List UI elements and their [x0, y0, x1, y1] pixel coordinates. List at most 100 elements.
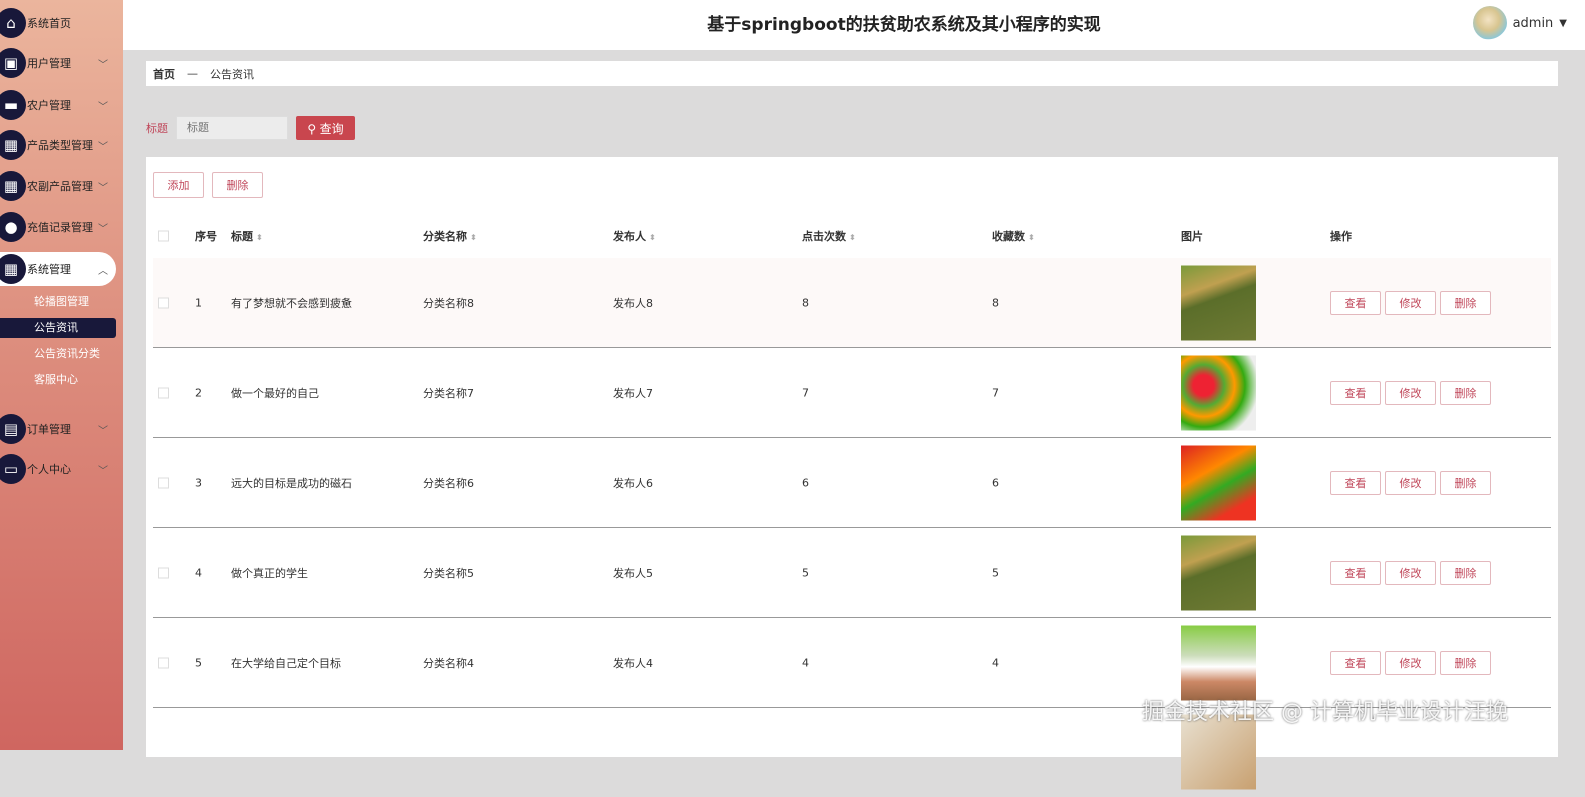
row-category: 分类名称5: [423, 566, 474, 580]
home-icon: ⌂: [0, 8, 26, 38]
sidebar: ⌂ 系统首页 ▣ 用户管理 ﹀ ▬ 农户管理 ﹀ ▦ 产品类型管理 ﹀ ▦ 农副产品管理 ﹀ ● 充…: [0, 0, 123, 750]
row-clicks: 8: [802, 296, 809, 309]
view-button[interactable]: 查看: [1330, 650, 1381, 675]
table-row: 2 做一个最好的自己 分类名称7 发布人7 7 7 查看 修改 删除: [153, 348, 1551, 438]
card-icon: ▭: [0, 454, 26, 484]
sort-favorites[interactable]: 收藏数 ⬍: [992, 228, 1035, 244]
view-button[interactable]: 查看: [1330, 470, 1381, 495]
row-delete-button[interactable]: 删除: [1440, 380, 1491, 405]
clipboard-icon: ▤: [0, 414, 26, 444]
row-title: 有了梦想就不会感到疲惫: [231, 296, 352, 310]
row-title: 做个真正的学生: [231, 566, 308, 580]
user-icon: ●: [0, 212, 26, 242]
row-delete-button[interactable]: 删除: [1440, 470, 1491, 495]
product-image: [1181, 265, 1256, 340]
row-checkbox[interactable]: [158, 567, 169, 578]
row-number: 5: [195, 656, 202, 669]
edit-button[interactable]: 修改: [1385, 290, 1436, 315]
menu-users[interactable]: ▣ 用户管理 ﹀: [0, 46, 116, 80]
row-checkbox[interactable]: [158, 297, 169, 308]
view-button[interactable]: 查看: [1330, 290, 1381, 315]
row-number: 1: [195, 296, 202, 309]
avatar: [1472, 6, 1507, 40]
user-menu[interactable]: admin ▼: [1472, 6, 1567, 40]
row-category: 分类名称7: [423, 386, 474, 400]
row-favorites: 7: [992, 386, 999, 399]
row-checkbox[interactable]: [158, 477, 169, 488]
row-checkbox[interactable]: [158, 387, 169, 398]
edit-button[interactable]: 修改: [1385, 560, 1436, 585]
search-button[interactable]: ⚲ 查询: [296, 116, 355, 140]
search-icon: ⚲: [307, 121, 317, 136]
edit-button[interactable]: 修改: [1385, 470, 1436, 495]
chevron-down-icon: ﹀: [98, 59, 108, 71]
edit-button[interactable]: 修改: [1385, 380, 1436, 405]
row-publisher: 发布人6: [613, 476, 653, 490]
chevron-down-icon: ﹀: [98, 101, 108, 113]
breadcrumb-home[interactable]: 首页: [153, 66, 175, 82]
product-image: [1181, 355, 1256, 430]
row-clicks: 5: [802, 566, 809, 579]
row-number: 2: [195, 386, 202, 399]
row-publisher: 发布人8: [613, 296, 653, 310]
wallet-icon: ▣: [0, 48, 26, 78]
menu-orders[interactable]: ▤ 订单管理 ﹀: [0, 412, 116, 446]
row-favorites: 4: [992, 656, 999, 669]
grid-icon: ▦: [0, 171, 26, 201]
menu-products[interactable]: ▦ 农副产品管理 ﹀: [0, 169, 116, 203]
chevron-down-icon: ﹀: [98, 141, 108, 153]
table-row: 1 有了梦想就不会感到疲惫 分类名称8 发布人8 8 8 查看 修改 删除: [153, 258, 1551, 348]
row-title: 做一个最好的自己: [231, 386, 319, 400]
row-category: 分类名称6: [423, 476, 474, 490]
monitor-icon: ▬: [0, 90, 26, 120]
product-image: [1181, 625, 1256, 700]
submenu-customer-service[interactable]: 客服中心: [0, 370, 116, 390]
view-button[interactable]: 查看: [1330, 380, 1381, 405]
menu-recharge[interactable]: ● 充值记录管理 ﹀: [0, 210, 116, 244]
submenu-carousel[interactable]: 轮播图管理: [0, 292, 116, 312]
caret-down-icon: ▼: [1559, 17, 1567, 29]
row-publisher: 发布人5: [613, 566, 653, 580]
row-category: 分类名称8: [423, 296, 474, 310]
product-image: [1181, 445, 1256, 520]
submenu-announcement-categories[interactable]: 公告资讯分类: [0, 344, 116, 364]
chevron-down-icon: ﹀: [98, 182, 108, 194]
sort-clicks[interactable]: 点击次数 ⬍: [802, 228, 856, 244]
row-publisher: 发布人7: [613, 386, 653, 400]
grid-icon: ▦: [0, 130, 26, 160]
menu-product-types[interactable]: ▦ 产品类型管理 ﹀: [0, 128, 116, 162]
row-favorites: 8: [992, 296, 999, 309]
edit-button[interactable]: 修改: [1385, 650, 1436, 675]
watermark: 掘金技术社区 @ 计算机毕业设计汪挽: [1142, 700, 1508, 725]
row-number: 4: [195, 566, 202, 579]
table-row: 4 做个真正的学生 分类名称5 发布人5 5 5 查看 修改 删除: [153, 528, 1551, 618]
chevron-down-icon: ﹀: [98, 465, 108, 477]
row-category: 分类名称4: [423, 656, 474, 670]
select-all-checkbox[interactable]: [158, 230, 169, 242]
sort-publisher[interactable]: 发布人 ⬍: [613, 228, 656, 244]
menu-profile[interactable]: ▭ 个人中心 ﹀: [0, 452, 116, 486]
menu-farmers[interactable]: ▬ 农户管理 ﹀: [0, 88, 116, 122]
sort-category[interactable]: 分类名称 ⬍: [423, 228, 477, 244]
row-number: 3: [195, 476, 202, 489]
sort-title[interactable]: 标题 ⬍: [231, 228, 263, 244]
menu-home[interactable]: ⌂ 系统首页: [0, 6, 116, 40]
chevron-down-icon: ﹀: [98, 223, 108, 235]
view-button[interactable]: 查看: [1330, 560, 1381, 585]
row-delete-button[interactable]: 删除: [1440, 560, 1491, 585]
add-button[interactable]: 添加: [153, 172, 204, 198]
row-delete-button[interactable]: 删除: [1440, 650, 1491, 675]
title-search-input[interactable]: [176, 116, 288, 140]
row-favorites: 6: [992, 476, 999, 489]
row-title: 在大学给自己定个目标: [231, 656, 341, 670]
table-header: 序号 标题 ⬍ 分类名称 ⬍ 发布人 ⬍ 点击次数 ⬍ 收藏数 ⬍ 图片 操作: [153, 221, 1551, 251]
menu-system[interactable]: ▦ 系统管理 ︿: [0, 252, 116, 286]
submenu-announcements[interactable]: 公告资讯: [0, 318, 116, 338]
username: admin: [1512, 15, 1554, 31]
row-delete-button[interactable]: 删除: [1440, 290, 1491, 315]
row-checkbox[interactable]: [158, 657, 169, 668]
table-row: 3 远大的目标是成功的磁石 分类名称6 发布人6 6 6 查看 修改 删除: [153, 438, 1551, 528]
product-image: [1181, 535, 1256, 610]
breadcrumb: 首页 — 公告资讯: [146, 61, 1558, 86]
delete-button[interactable]: 删除: [212, 172, 263, 198]
